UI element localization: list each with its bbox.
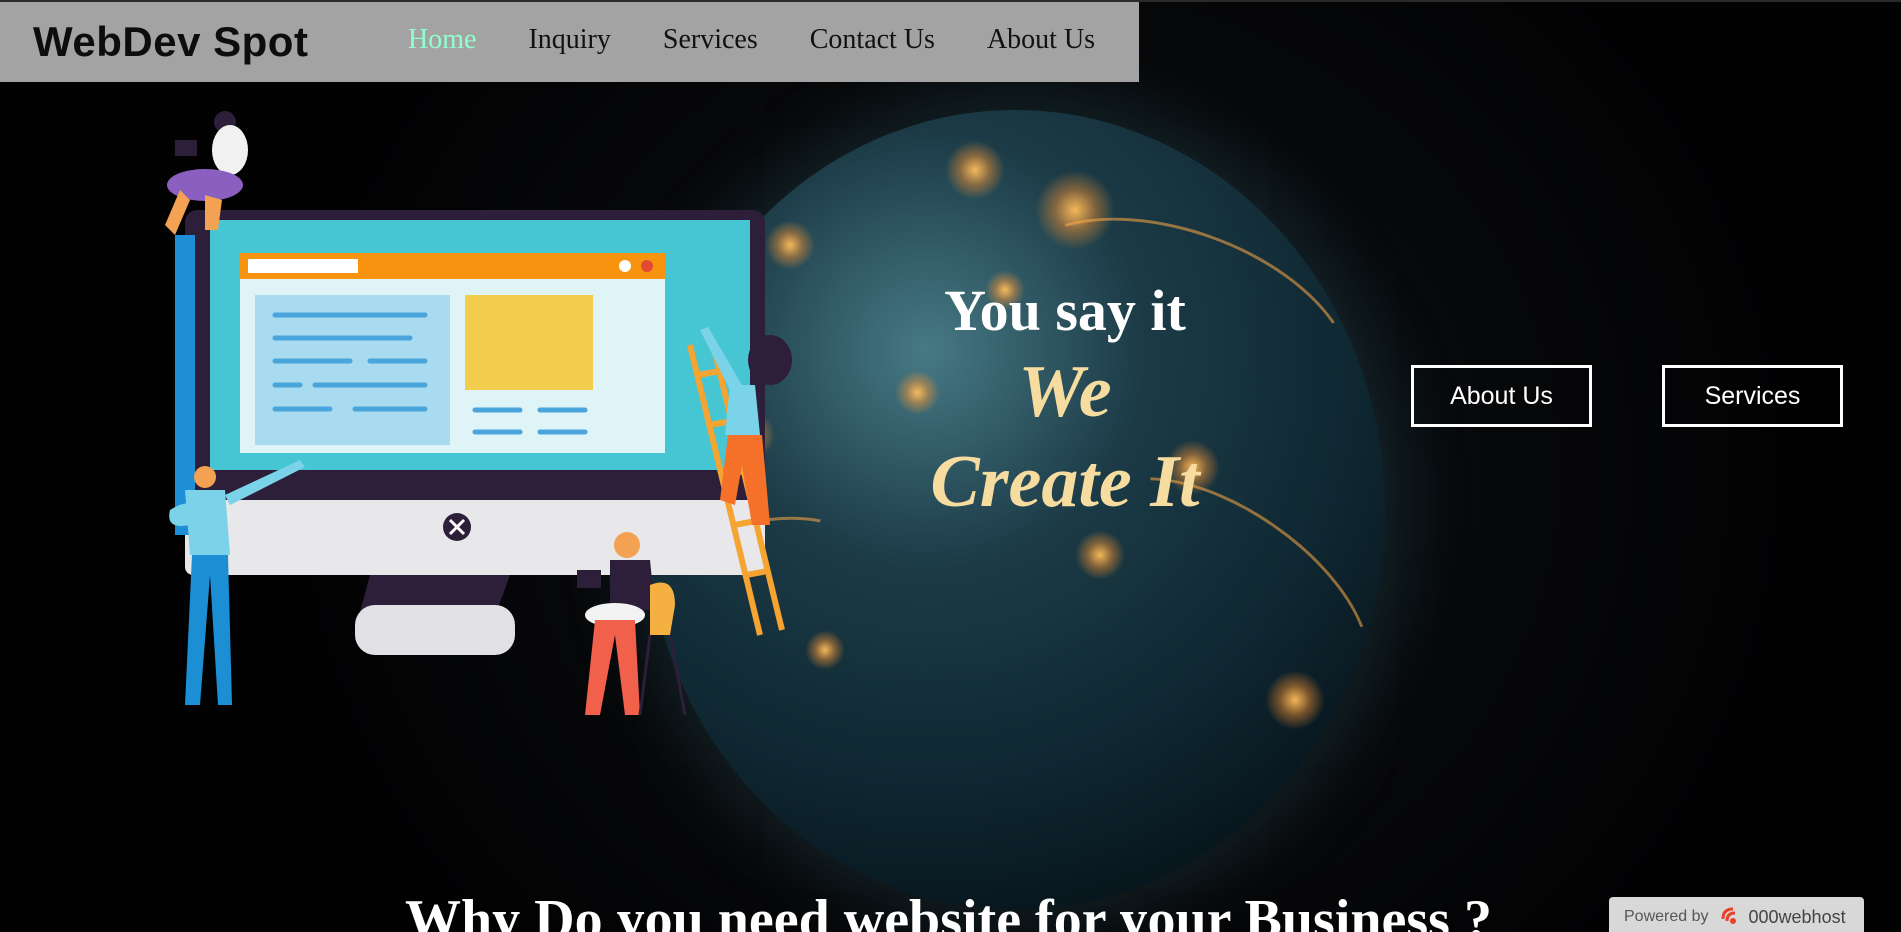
nav-link-about-us[interactable]: About Us bbox=[987, 24, 1095, 56]
powered-by-badge[interactable]: Powered by 000webhost bbox=[1609, 897, 1864, 932]
hero-line-we: We bbox=[1018, 351, 1112, 433]
hero-tagline: You say it We Create It bbox=[900, 275, 1230, 527]
nav-link-inquiry[interactable]: Inquiry bbox=[528, 24, 610, 56]
powered-by-label: Powered by bbox=[1624, 908, 1709, 925]
services-button[interactable]: Services bbox=[1662, 365, 1843, 427]
host-name: 000webhost bbox=[1748, 906, 1846, 927]
about-us-button[interactable]: About Us bbox=[1411, 365, 1592, 427]
why-website-heading: Why Do you need website for your Busines… bbox=[405, 889, 1492, 932]
nav-link-contact-us[interactable]: Contact Us bbox=[810, 24, 935, 56]
000webhost-logo-icon bbox=[1721, 907, 1736, 924]
team-computer-illustration bbox=[165, 111, 792, 716]
computer-monitor-icon bbox=[175, 210, 765, 655]
top-navigation-bar: WebDev Spot Home Inquiry Services Contac… bbox=[0, 2, 1139, 82]
nav-link-home[interactable]: Home bbox=[408, 24, 476, 56]
page: WebDev Spot Home Inquiry Services Contac… bbox=[0, 0, 1901, 932]
hero-line-create-it: Create It bbox=[930, 441, 1200, 523]
nav-link-services[interactable]: Services bbox=[663, 24, 758, 56]
hero-line-you-say-it: You say it bbox=[944, 278, 1186, 343]
nav-links: Home Inquiry Services Contact Us About U… bbox=[408, 24, 1095, 56]
city-light bbox=[945, 140, 1005, 200]
site-logo[interactable]: WebDev Spot bbox=[33, 18, 308, 66]
